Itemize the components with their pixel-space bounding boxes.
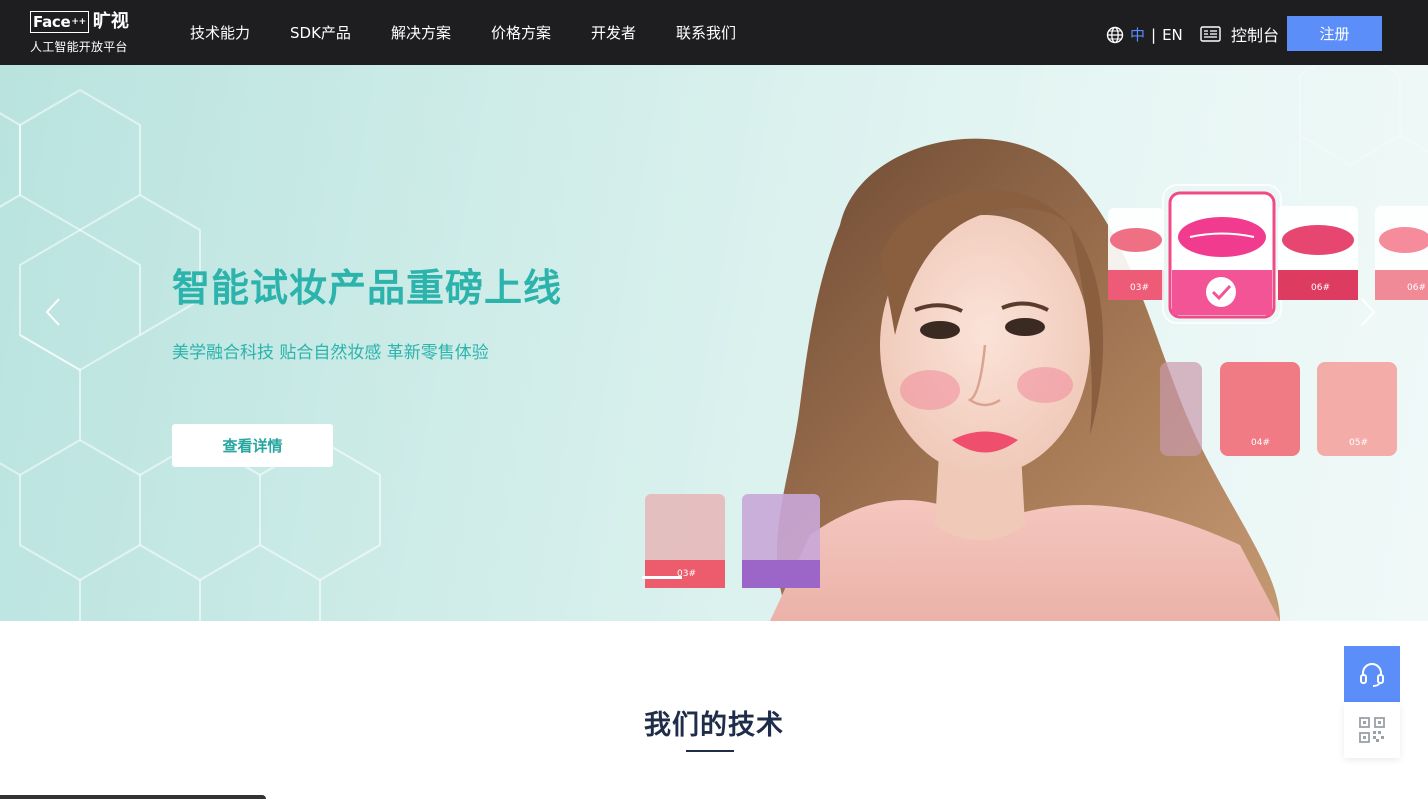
blush-swatch-05: 05# bbox=[1317, 362, 1397, 456]
carousel-prev-button[interactable] bbox=[31, 287, 75, 337]
qr-code-icon bbox=[1359, 717, 1385, 743]
nav-item-solutions[interactable]: 解决方案 bbox=[391, 22, 451, 43]
blush-swatch-purple bbox=[1160, 362, 1202, 456]
logo-cn-text: 旷视 bbox=[92, 11, 129, 32]
chevron-right-icon bbox=[1361, 298, 1376, 326]
section-underline bbox=[686, 750, 734, 752]
lang-cn-link[interactable]: 中 bbox=[1130, 24, 1145, 45]
lip-swatch-06: 06# bbox=[1278, 206, 1358, 300]
lang-en-link[interactable]: EN bbox=[1162, 26, 1183, 44]
swatch-label-03-top: 03# bbox=[1130, 283, 1149, 293]
swatch-label-06: 06# bbox=[1311, 283, 1330, 293]
bottom-swatch-purple bbox=[742, 494, 820, 588]
carousel-indicators bbox=[642, 576, 688, 579]
swatch-label-04: 04# bbox=[1251, 438, 1270, 448]
hero-cta-button[interactable]: 查看详情 bbox=[172, 424, 333, 467]
nav-item-pricing[interactable]: 价格方案 bbox=[491, 22, 551, 43]
logo-tagline: 人工智能开放平台 bbox=[30, 40, 128, 54]
top-navbar: Face ++ 旷视 人工智能开放平台 技术能力 SDK产品 解决方案 价格方案 … bbox=[0, 0, 1428, 65]
lip-swatch-selected bbox=[1162, 184, 1282, 324]
register-button[interactable]: 注册 bbox=[1287, 16, 1382, 51]
console-icon bbox=[1200, 26, 1221, 42]
chevron-left-icon bbox=[45, 298, 60, 326]
language-switcher: 中 | EN bbox=[1106, 24, 1183, 45]
nav-item-sdk[interactable]: SDK产品 bbox=[290, 22, 351, 43]
nav-item-contact[interactable]: 联系我们 bbox=[676, 22, 736, 43]
carousel-next-button[interactable] bbox=[1346, 287, 1390, 337]
console-link[interactable]: 控制台 bbox=[1200, 22, 1279, 46]
hero-title: 智能试妆产品重磅上线 bbox=[172, 266, 563, 310]
customer-support-button[interactable] bbox=[1344, 646, 1400, 702]
globe-icon[interactable] bbox=[1106, 26, 1124, 44]
lang-separator: | bbox=[1151, 25, 1157, 44]
qr-code-button[interactable] bbox=[1344, 702, 1400, 758]
lip-swatch-left: 03# bbox=[1108, 208, 1164, 300]
headset-icon bbox=[1360, 663, 1384, 687]
carousel-dot-active[interactable] bbox=[642, 576, 682, 579]
hero-carousel: 03# 06# 06# 04# 05# 03# 智能试妆产品重磅上线 美学融合科… bbox=[0, 65, 1428, 621]
nav-item-developer[interactable]: 开发者 bbox=[591, 22, 636, 43]
bottom-edge-bar bbox=[0, 795, 266, 799]
bottom-swatch-red: 03# bbox=[645, 494, 725, 588]
nav-item-tech[interactable]: 技术能力 bbox=[190, 22, 250, 43]
console-label: 控制台 bbox=[1231, 26, 1280, 45]
swatch-label-05: 05# bbox=[1349, 438, 1368, 448]
section-title: 我们的技术 bbox=[644, 710, 784, 741]
swatch-label-06-far: 06# bbox=[1407, 283, 1426, 293]
main-nav: 技术能力 SDK产品 解决方案 价格方案 开发者 联系我们 bbox=[190, 0, 776, 65]
hero-subtitle: 美学融合科技 贴合自然妆感 革新零售体验 bbox=[172, 343, 489, 363]
logo-mark: Face ++ bbox=[30, 11, 89, 33]
lip-swatch-far: 06# bbox=[1375, 206, 1428, 300]
blush-swatch-04: 04# bbox=[1220, 362, 1300, 456]
brand-logo[interactable]: Face ++ 旷视 人工智能开放平台 bbox=[30, 10, 140, 54]
